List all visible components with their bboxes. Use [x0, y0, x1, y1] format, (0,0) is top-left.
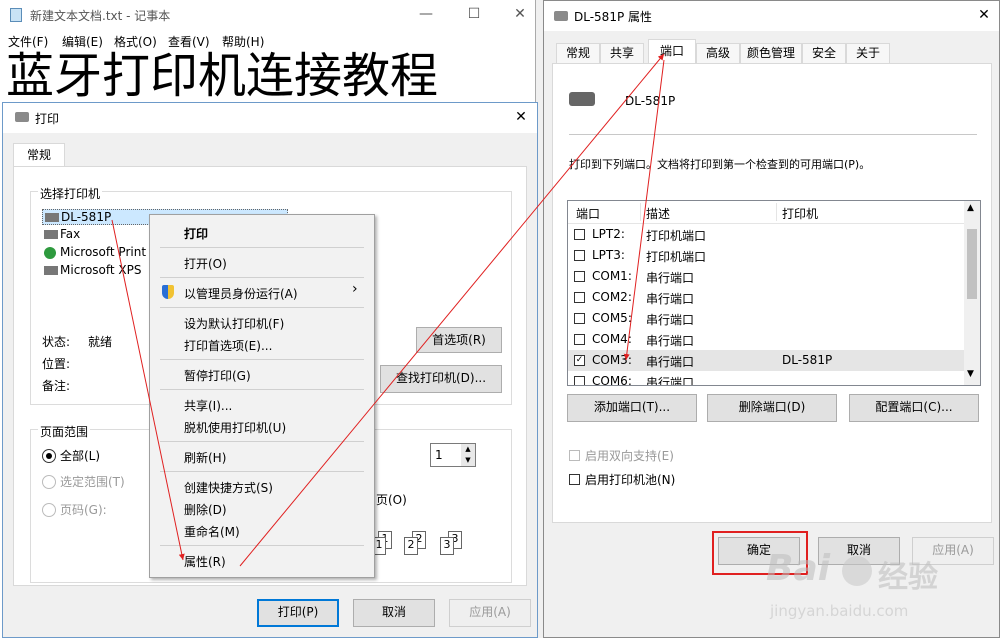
watermark-url: jingyan.baidu.com — [770, 602, 909, 620]
watermark-brand2: 经验 — [878, 560, 938, 595]
arrow-to-properties — [111, 219, 185, 561]
watermark-brand: Bai — [766, 548, 831, 589]
arrow-to-com3 — [623, 59, 665, 361]
paw-icon — [842, 556, 872, 586]
annotation-arrows — [111, 53, 665, 567]
arrow-to-ports-tab — [239, 53, 665, 567]
baidu-watermark: Bai 经验 jingyan.baidu.com — [766, 548, 1000, 634]
